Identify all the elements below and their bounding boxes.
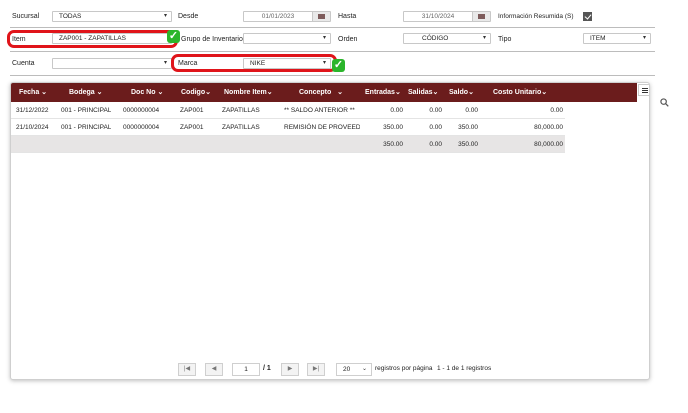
hasta-date-input[interactable]: 31/10/2024 [403,11,491,22]
cell-nombre-item: ZAPATILLAS [222,107,260,114]
page-size-value: 20 [343,366,351,373]
desde-date-input[interactable]: 01/01/2023 [243,11,331,22]
sucursal-label: Sucursal [12,13,40,20]
chevron-down-icon: ▾ [482,35,486,41]
records-summary: 1 - 1 de 1 registros [437,365,492,372]
cell-codigo: ZAP001 [180,124,204,131]
totals-row: 350.00 0.00 350.00 80,000.00 [11,136,565,153]
tipo-label: Tipo [498,36,512,43]
hasta-value: 31/10/2024 [421,13,455,20]
chevron-down-icon: ▾ [322,35,326,41]
orden-label: Orden [338,36,358,43]
calendar-icon[interactable] [312,12,330,21]
last-page-icon[interactable]: ▶| [307,363,325,376]
column-header-concepto[interactable]: Concepto ⌄ [299,83,343,102]
calendar-icon[interactable] [472,12,490,21]
page-size-select[interactable]: 20 ⌄ [336,363,372,376]
page-count: / 1 [263,365,271,372]
divider [10,51,655,52]
cell-fecha: 21/10/2024 [16,124,49,131]
informacion-resumida-label: Información Resumida (S) [498,13,574,20]
cell-saldo: 0.00 [465,107,478,114]
next-page-icon[interactable]: ▶ [281,363,299,376]
cell-nombre-item: ZAPATILLAS [222,124,260,131]
marca-highlight [171,54,337,72]
hasta-label: Hasta [338,13,357,20]
column-header-codigo[interactable]: Codigo⌄ [181,83,211,102]
first-page-icon[interactable]: |◀ [178,363,196,376]
tipo-select[interactable]: ITEM ▾ [583,33,651,44]
grupo-inventario-select[interactable]: ▾ [243,33,331,44]
chevron-down-icon: ▾ [163,60,167,66]
table-row[interactable]: 21/10/2024 001 - PRINCIPAL 0000000004 ZA… [11,119,565,136]
cell-doc-no: 0000000004 [123,107,160,114]
item-highlight [7,30,178,48]
orden-select[interactable]: CÓDIGO ▾ [403,33,491,44]
prev-page-icon[interactable]: ◀ [205,363,223,376]
results-grid: Fecha ⌄ Bodega ⌄ Doc No ⌄ Codigo⌄ Nombre… [10,82,650,380]
page-input[interactable]: 1 [232,363,260,376]
divider [10,27,655,28]
tipo-value: ITEM [590,35,606,42]
cell-bodega: 001 - PRINCIPAL [61,124,112,131]
divider [10,75,655,76]
grupo-inventario-label: Grupo de Inventario [181,36,243,43]
total-salidas: 0.00 [429,141,442,148]
cell-entradas: 350.00 [383,124,403,131]
cell-bodega: 001 - PRINCIPAL [61,107,112,114]
desde-label: Desde [178,13,199,20]
column-header-fecha[interactable]: Fecha ⌄ [19,83,47,102]
cell-fecha: 31/12/2022 [16,107,49,114]
grid-header: Fecha ⌄ Bodega ⌄ Doc No ⌄ Codigo⌄ Nombre… [11,83,637,102]
check-icon: ✓ [332,59,345,72]
column-header-salidas[interactable]: Salidas⌄ [408,83,438,102]
total-costo-unitario: 80,000.00 [534,141,563,148]
cuenta-select[interactable]: ▾ [52,58,172,69]
cell-concepto: ** SALDO ANTERIOR ** [284,107,355,114]
cell-concepto: REMISIÓN DE PROVEEDOR [284,124,360,131]
cell-costo-unitario: 0.00 [550,107,563,114]
column-header-nombre-item[interactable]: Nombre Item⌄ [224,83,273,102]
total-saldo: 350.00 [458,141,478,148]
column-header-entradas[interactable]: Entradas⌄ [365,83,401,102]
cuenta-label: Cuenta [12,60,35,67]
search-icon[interactable] [660,98,669,107]
cell-saldo: 350.00 [458,124,478,131]
total-entradas: 350.00 [383,141,403,148]
cell-doc-no: 0000000004 [123,124,160,131]
checkbox-checked-icon[interactable] [583,12,592,21]
sucursal-select[interactable]: TODAS ▾ [52,11,172,22]
table-row[interactable]: 31/12/2022 001 - PRINCIPAL 0000000004 ZA… [11,102,565,119]
column-header-doc-no[interactable]: Doc No ⌄ [131,83,163,102]
menu-icon[interactable] [638,84,649,96]
cell-entradas: 0.00 [390,107,403,114]
column-header-costo-unitario[interactable]: Costo Unitario⌄ [493,83,547,102]
cell-costo-unitario: 80,000.00 [534,124,563,131]
chevron-down-icon: ⌄ [361,366,367,372]
cell-salidas: 0.00 [429,107,442,114]
check-icon: ✓ [167,30,180,43]
cell-salidas: 0.00 [429,124,442,131]
sucursal-value: TODAS [59,13,82,20]
desde-value: 01/01/2023 [261,13,295,20]
chevron-down-icon: ▾ [642,35,646,41]
column-header-bodega[interactable]: Bodega ⌄ [69,83,102,102]
per-page-label: registros por página [375,365,433,372]
chevron-down-icon: ▾ [163,13,167,19]
cell-codigo: ZAP001 [180,107,204,114]
orden-value: CÓDIGO [422,35,449,42]
column-header-saldo[interactable]: Saldo⌄ [449,83,474,102]
